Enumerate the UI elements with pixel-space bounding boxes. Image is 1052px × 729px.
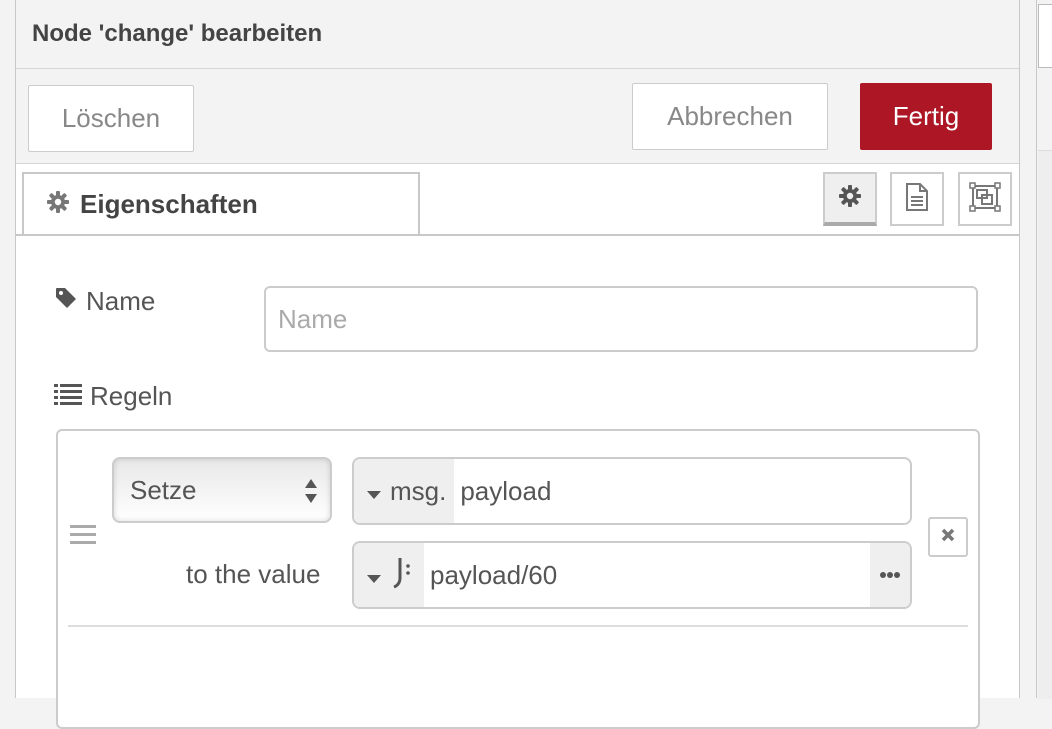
drag-handle-icon[interactable] [70,525,96,550]
right-sidebar-edge [1020,0,1052,699]
expression-editor-button[interactable] [870,543,910,607]
rules-row: Regeln [54,381,172,412]
tag-icon [54,286,78,317]
ellipsis-icon [879,566,901,584]
appearance-tab-button[interactable] [958,172,1012,226]
value-type-select[interactable] [354,543,424,607]
rule-target-input[interactable]: msg. payload [352,457,912,525]
description-tab-button[interactable] [890,172,944,226]
done-button[interactable]: Fertig [860,83,992,150]
tray-toolbar: Löschen Abbrechen Fertig [16,69,1019,164]
object-group-icon [969,181,1001,217]
close-icon [941,528,955,547]
tab-bar: Eigenschaften [16,164,1019,236]
gear-icon [46,190,70,219]
name-input[interactable] [264,286,978,352]
rule-action-select[interactable]: Setze [112,457,332,523]
list-icon [54,381,82,412]
edit-tray: Node 'change' bearbeiten Löschen Abbrech… [16,0,1020,729]
caret-down-icon [366,476,382,507]
rule-divider [68,625,968,627]
jsonata-icon [390,555,416,596]
divider [1036,0,1037,698]
sidebar-content [1038,150,1052,699]
name-row: Name [54,286,155,317]
name-label-wrap: Name [54,286,155,317]
target-type-label: msg. [390,475,447,506]
properties-tab-button[interactable] [823,172,877,226]
tray-title: Node 'change' bearbeiten [32,20,323,47]
cancel-button[interactable]: Abbrechen [632,83,828,150]
tab-properties-label: Eigenschaften [80,188,258,219]
left-panel-edge [0,0,16,698]
rule-action-value: Setze [130,474,197,505]
tab-properties[interactable]: Eigenschaften [22,172,420,234]
to-value-label: to the value [186,559,321,589]
rules-list: Setze msg. payload to the value payload/… [56,429,980,729]
caret-down-icon [366,560,382,591]
target-value[interactable]: payload [454,459,910,523]
name-label: Name [86,286,156,316]
tray-header: Node 'change' bearbeiten [16,0,1019,69]
value-expression[interactable]: payload/60 [424,543,870,607]
gear-icon [838,184,862,213]
rule-value-input[interactable]: payload/60 [352,541,912,609]
delete-button[interactable]: Löschen [28,85,194,152]
remove-rule-button[interactable] [928,517,968,557]
rules-label-wrap: Regeln [54,381,172,412]
select-arrows-icon [304,477,318,512]
target-type-select[interactable]: msg. [354,459,455,523]
rules-label: Regeln [90,381,173,411]
sidebar-tab [1038,4,1052,68]
file-text-icon [904,182,930,217]
